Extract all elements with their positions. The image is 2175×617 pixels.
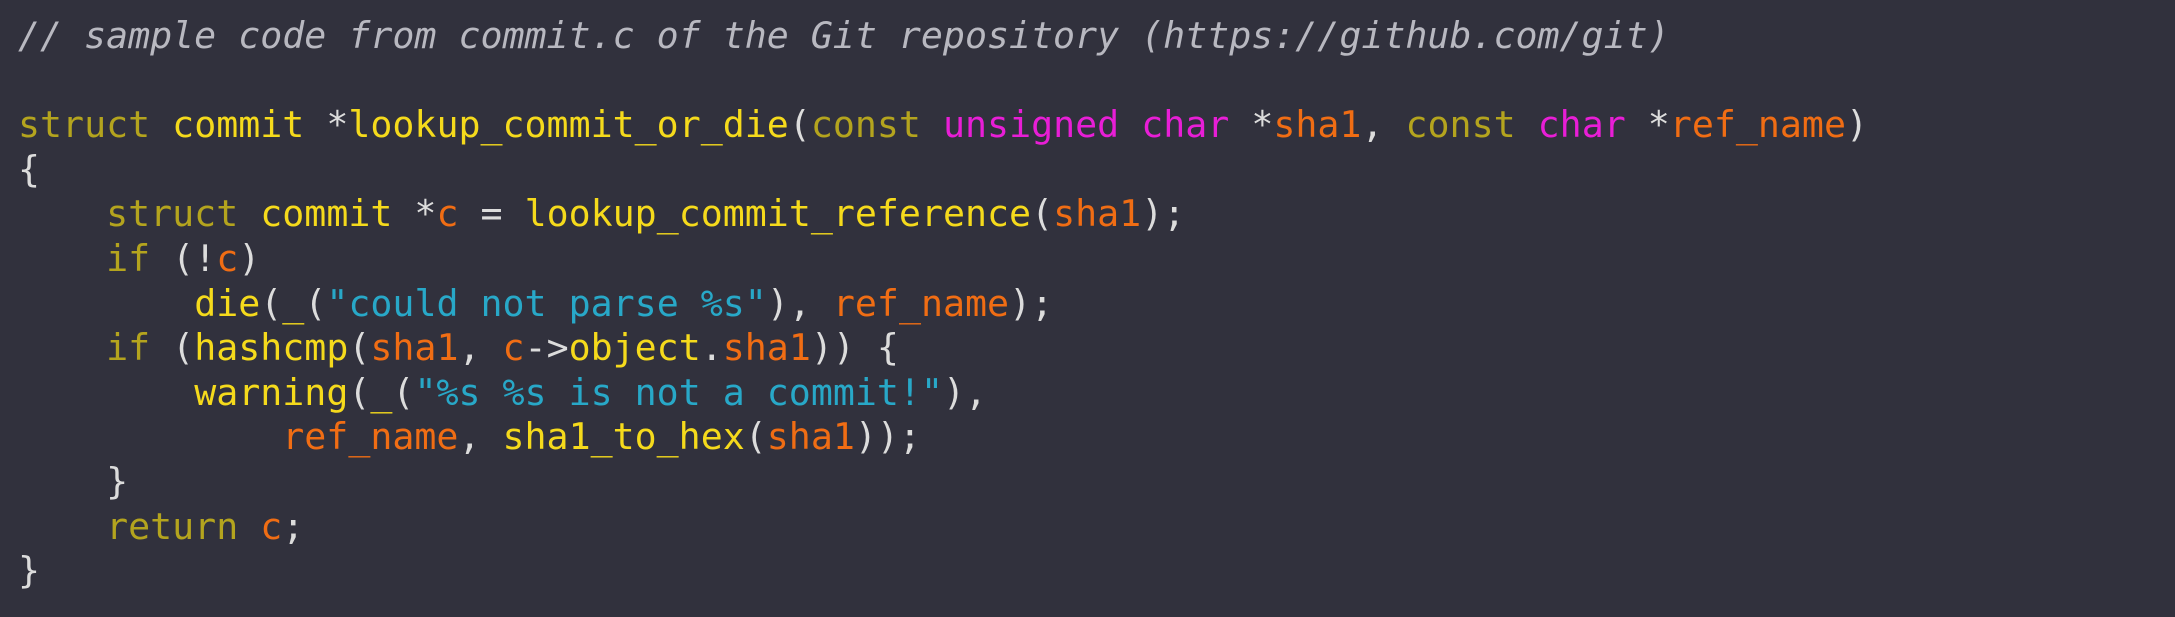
punctuation-token: (! — [150, 236, 217, 280]
comment-token: // sample code from commit.c of the Git … — [18, 14, 1670, 57]
punctuation-token — [18, 460, 106, 503]
identifier-token: commit — [172, 103, 305, 147]
code-line: struct commit *lookup_commit_or_die(cons… — [18, 103, 2175, 148]
punctuation-token: ( — [788, 103, 811, 147]
punctuation-token: , — [458, 326, 503, 370]
punctuation-token — [18, 282, 194, 325]
string-token: "%s %s is not a commit!" — [414, 370, 943, 414]
code-line: } — [18, 460, 2175, 505]
punctuation-token: * — [304, 103, 349, 147]
punctuation-token: ; — [282, 504, 305, 548]
variable-token: ref_name — [832, 281, 1010, 325]
punctuation-token — [18, 326, 106, 369]
punctuation-token: , — [458, 415, 503, 459]
punctuation-token — [18, 415, 282, 458]
variable-token: c — [502, 326, 525, 370]
code-line: warning(_("%s %s is not a commit!"), — [18, 371, 2175, 416]
punctuation-token: = — [458, 192, 525, 236]
punctuation-token — [921, 103, 943, 146]
code-line: if (hashcmp(sha1, c->object.sha1)) { — [18, 326, 2175, 371]
code-line: // sample code from commit.c of the Git … — [18, 14, 2175, 59]
variable-token: c — [260, 504, 283, 548]
variable-token: sha1 — [1273, 103, 1362, 147]
punctuation-token: ); — [1141, 192, 1186, 236]
code-line: die(_("could not parse %s"), ref_name); — [18, 282, 2175, 327]
code-line: struct commit *c = lookup_commit_referen… — [18, 192, 2175, 237]
variable-token: c — [436, 192, 459, 236]
punctuation-token: ), — [766, 281, 833, 325]
keyword-token: const — [1405, 103, 1516, 147]
identifier-token: object — [568, 326, 701, 370]
punctuation-token: ( — [744, 415, 767, 459]
code-line: } — [18, 549, 2175, 594]
identifier-token: commit — [260, 192, 393, 236]
punctuation-token: )) { — [810, 326, 899, 370]
identifier-token: _ — [282, 281, 305, 325]
code-editor[interactable]: // sample code from commit.c of the Git … — [0, 0, 2175, 617]
identifier-token: lookup_commit_or_die — [348, 103, 789, 147]
type-keyword-token: unsigned — [943, 103, 1120, 147]
keyword-token: const — [810, 103, 921, 147]
punctuation-token: , — [1361, 103, 1406, 147]
punctuation-token — [238, 192, 260, 235]
keyword-token: if — [106, 326, 151, 370]
punctuation-token: )); — [854, 415, 921, 459]
punctuation-token: ( — [348, 326, 371, 370]
punctuation-token: ) — [238, 236, 261, 280]
variable-token: c — [216, 236, 239, 280]
identifier-token: lookup_commit_reference — [524, 192, 1032, 236]
keyword-token: struct — [106, 192, 239, 236]
punctuation-token: ( — [1031, 192, 1054, 236]
punctuation-token: ( — [260, 281, 283, 325]
punctuation-token — [18, 237, 106, 280]
identifier-token: sha1_to_hex — [502, 415, 745, 459]
code-line: if (!c) — [18, 237, 2175, 282]
variable-token: ref_name — [1669, 103, 1846, 147]
punctuation-token: * — [1625, 103, 1670, 147]
punctuation-token: . — [700, 326, 723, 370]
punctuation-token — [1516, 103, 1538, 146]
type-keyword-token: char — [1141, 103, 1230, 147]
punctuation-token — [238, 505, 260, 548]
variable-token: sha1 — [722, 326, 811, 370]
punctuation-token: ( — [392, 370, 415, 414]
string-token: "could not parse %s" — [326, 281, 767, 325]
punctuation-token: ); — [1009, 281, 1054, 325]
keyword-token: return — [106, 504, 239, 548]
identifier-token: die — [194, 281, 261, 325]
variable-token: sha1 — [370, 326, 459, 370]
identifier-token: _ — [370, 370, 393, 414]
punctuation-token: } — [106, 459, 129, 503]
punctuation-token — [18, 371, 194, 414]
punctuation-token: ( — [348, 370, 371, 414]
identifier-token: hashcmp — [194, 326, 349, 370]
code-line: ref_name, sha1_to_hex(sha1)); — [18, 415, 2175, 460]
identifier-token: warning — [194, 370, 349, 414]
code-line: { — [18, 148, 2175, 193]
variable-token: sha1 — [1053, 192, 1142, 236]
punctuation-token: ( — [304, 281, 327, 325]
punctuation-token: * — [1229, 103, 1274, 147]
punctuation-token: { — [18, 147, 41, 191]
punctuation-token — [18, 192, 106, 235]
punctuation-token: ), — [942, 370, 988, 414]
punctuation-token — [150, 103, 172, 146]
punctuation-token: } — [18, 549, 41, 593]
punctuation-token: ) — [1845, 103, 1869, 147]
keyword-token: struct — [18, 103, 151, 147]
variable-token: sha1 — [766, 415, 855, 459]
punctuation-token: * — [392, 192, 437, 236]
variable-token: ref_name — [282, 415, 459, 459]
keyword-token: if — [106, 236, 151, 280]
type-keyword-token: char — [1537, 103, 1626, 147]
punctuation-token — [1119, 103, 1141, 146]
punctuation-token — [18, 505, 106, 548]
punctuation-token: ( — [150, 326, 195, 370]
code-line: return c; — [18, 505, 2175, 550]
punctuation-token: -> — [524, 326, 569, 370]
